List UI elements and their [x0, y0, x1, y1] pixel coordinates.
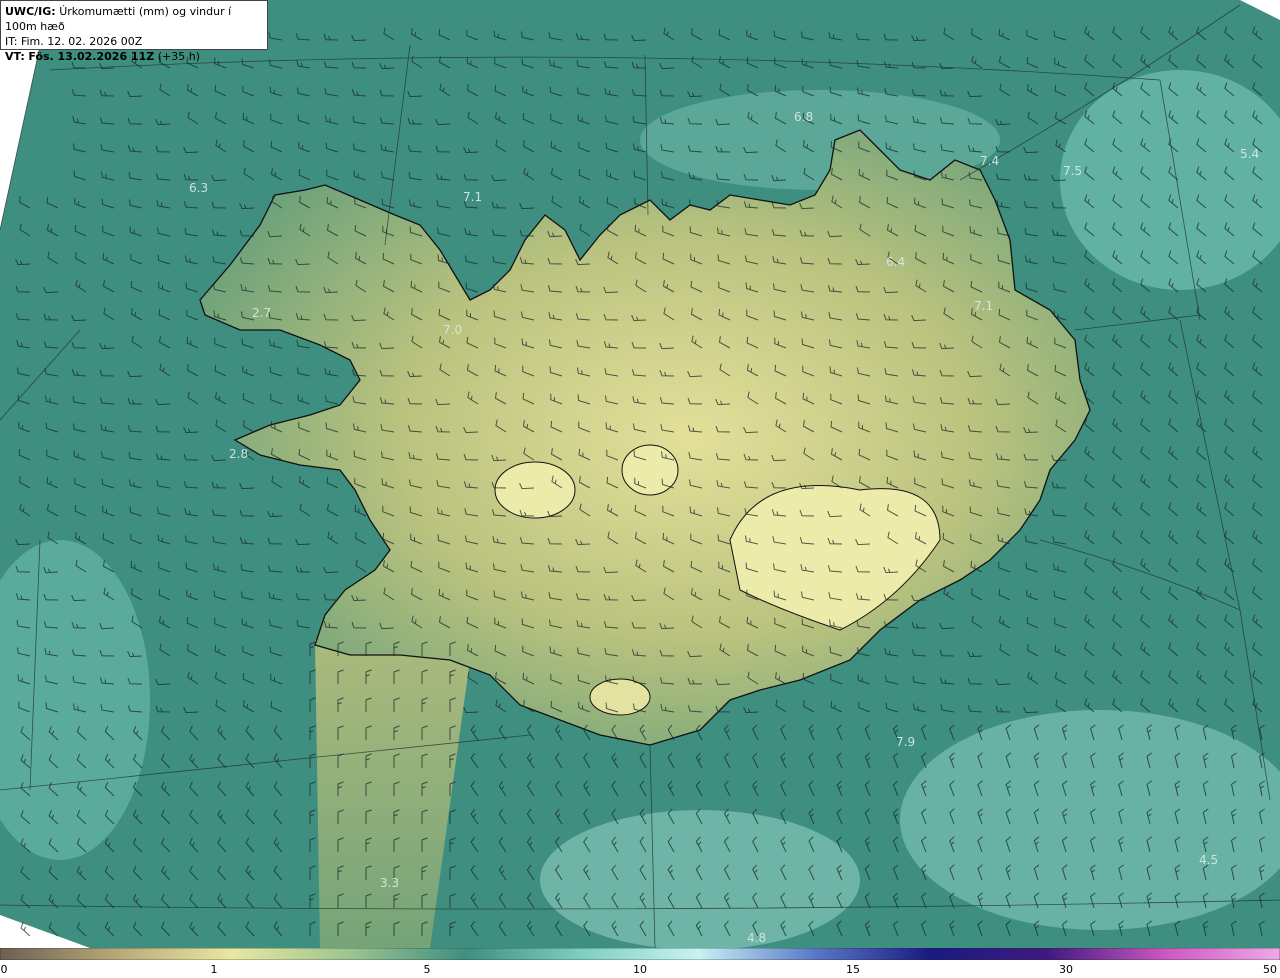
contour-label: 6.8	[794, 110, 814, 124]
contour-label: 7.1	[974, 299, 994, 313]
colorbar-tick: 30	[1059, 963, 1073, 976]
title-line: UWC/IG: Úrkomumætti (mm) og vindur í 100…	[5, 4, 263, 34]
langjokull-glacier[interactable]	[494, 461, 576, 519]
colorbar	[0, 948, 1280, 960]
init-time: IT: Fim. 12. 02. 2026 00Z	[5, 35, 143, 48]
contour-label: 2.8	[229, 447, 249, 461]
hofsjokull-glacier[interactable]	[621, 444, 679, 496]
colorbar-tick: 50	[1263, 963, 1277, 976]
colorbar-tick: 5	[423, 963, 431, 976]
contour-label: 7.0	[443, 323, 463, 337]
valid-offset: (+35 h)	[157, 50, 200, 63]
colorbar-tick: 0	[0, 963, 8, 976]
valid-time: Fös. 13.02.2026 11Z	[28, 50, 155, 63]
contour-label: 5.4	[1240, 147, 1260, 161]
contour-label: 4.5	[1199, 853, 1219, 867]
contour-label: 2.7	[252, 306, 272, 320]
contour-label: 3.3	[380, 876, 400, 890]
contour-label: 7.9	[896, 735, 916, 749]
colorbar-tick: 15	[846, 963, 860, 976]
contour-label: 4.8	[747, 931, 767, 945]
colorbar-tick: 1	[210, 963, 218, 976]
myrdalsjokull-glacier[interactable]	[589, 678, 651, 716]
info-box: UWC/IG: Úrkomumætti (mm) og vindur í 100…	[0, 0, 268, 63]
valid-prefix: VT:	[5, 50, 25, 63]
contour-label: 6.4	[886, 255, 906, 269]
contour-label: 7.5	[1063, 164, 1083, 178]
contour-label: 7.4	[980, 154, 1000, 168]
model-name: UWC/IG:	[5, 5, 56, 18]
colorbar-tick: 10	[633, 963, 647, 976]
contour-label: 7.1	[463, 190, 483, 204]
valid-line: VT: Fös. 13.02.2026 11Z (+35 h)	[5, 49, 263, 64]
map-area[interactable]: 6.8 7.4 7.5 5.4 6.3 7.1 6.4 2.7 7.0 7.1 …	[0, 0, 1280, 948]
colorbar-strip	[0, 948, 1280, 960]
contour-label: 6.3	[189, 181, 209, 195]
precipitable-water-map[interactable]	[0, 0, 1280, 948]
